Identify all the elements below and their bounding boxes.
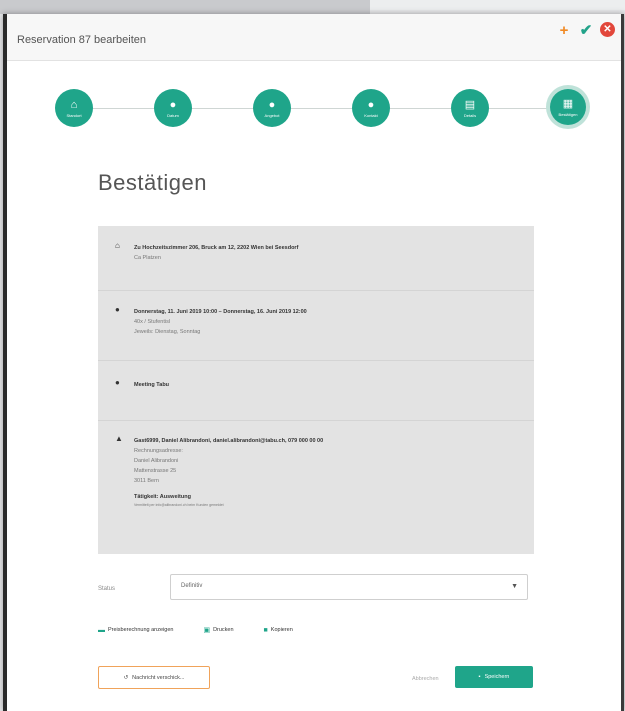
- dialog-title: Reservation 87 bearbeiten: [17, 34, 147, 46]
- offer-name: Meeting Tabu: [134, 382, 170, 388]
- summary-date-text: Donnerstag, 11. Juni 2019 10:00 – Donner…: [134, 307, 307, 337]
- location-address: Zu Hochzeitszimmer 206, Bruck am 12, 220…: [134, 245, 299, 251]
- send-message-label: Nachricht verschick...: [132, 674, 185, 681]
- dialog-titlebar: Reservation 87 bearbeiten + ✔ ✕: [7, 14, 621, 61]
- step-label: Standort: [66, 113, 82, 118]
- date-range: Donnerstag, 11. Juni 2019 10:00 – Donner…: [134, 309, 307, 315]
- link-label: Drucken: [213, 627, 234, 633]
- step-label: Angebot: [264, 113, 280, 118]
- background-window-strip-light: [370, 0, 625, 10]
- step-angebot[interactable]: ● Angebot: [253, 89, 291, 127]
- contact-address-line: Mattenstrasse 25: [134, 468, 177, 474]
- step-label: Bestätigen: [558, 112, 578, 117]
- info-icon: ●: [115, 378, 120, 387]
- summary-location-text: Zu Hochzeitszimmer 206, Bruck am 12, 220…: [134, 243, 298, 263]
- contact-address-line: Daniel Alibrandoni: [134, 458, 179, 464]
- contact-extra-label: Tätigkeit: Ausweitung: [134, 494, 191, 500]
- summary-location: ⌂ Zu Hochzeitszimmer 206, Bruck am 12, 2…: [98, 226, 534, 291]
- confirm-button[interactable]: ✔: [578, 22, 594, 38]
- page-title: Bestätigen: [98, 170, 207, 195]
- copy-icon: ■: [263, 626, 268, 634]
- status-label: Status: [98, 586, 116, 592]
- contact-address-line: Rechnungsadresse:: [134, 448, 183, 454]
- clock-icon: ●: [115, 305, 120, 314]
- money-icon: ▬: [98, 626, 105, 634]
- user-icon: ▲: [115, 434, 123, 443]
- calendar-check-icon: ▦: [562, 98, 574, 110]
- copy-link[interactable]: ■ Kopieren: [264, 626, 293, 634]
- summary-contact-text: Gast6999, Daniel Alibrandoni, daniel.ali…: [134, 436, 323, 508]
- close-button[interactable]: ✕: [600, 22, 615, 37]
- undo-icon: ↺: [123, 674, 129, 681]
- status-value: Definitiv: [181, 583, 203, 589]
- save-button[interactable]: ▪ Speichern: [455, 666, 533, 688]
- action-links: ▬ Preisberechnung anzeigen ▣ Drucken ■ K…: [98, 626, 293, 635]
- date-seating: 40x / Stufentisl: [134, 319, 171, 325]
- check-icon: ✔: [579, 21, 593, 39]
- step-kontakt[interactable]: ● Kontakt: [352, 89, 390, 127]
- save-icon: ▪: [478, 674, 481, 680]
- cancel-button[interactable]: Abbrechen: [412, 676, 439, 682]
- home-icon: ⌂: [70, 99, 78, 111]
- close-icon: ✕: [603, 23, 612, 35]
- save-label: Speichern: [484, 674, 510, 680]
- summary-date: ● Donnerstag, 11. Juni 2019 10:00 – Donn…: [98, 290, 534, 361]
- status-select[interactable]: Definitiv ▼: [170, 574, 528, 600]
- contact-address-line: 3011 Bern: [134, 478, 159, 484]
- info-icon: ●: [268, 99, 276, 111]
- location-room: Ca Platzen: [134, 255, 161, 261]
- link-label: Preisberechnung anzeigen: [108, 627, 174, 633]
- step-standort[interactable]: ⌂ Standort: [55, 89, 93, 127]
- print-icon: ▣: [203, 627, 211, 634]
- step-details[interactable]: ▤ Details: [451, 89, 489, 127]
- price-calculation-link[interactable]: ▬ Preisberechnung anzeigen: [98, 626, 173, 634]
- step-datum[interactable]: ● Datum: [154, 89, 192, 127]
- date-recurrence: Jeweils: Dienstag, Sonntag: [134, 329, 201, 335]
- document-icon: ▤: [464, 99, 476, 111]
- summary-offer-text: Meeting Tabu: [134, 380, 169, 390]
- wizard-stepper: ⌂ Standort ● Datum ● Angebot ● Kontakt ▤…: [47, 81, 592, 141]
- caret-down-icon: ▼: [511, 583, 518, 590]
- titlebar-actions: + ✔ ✕: [556, 22, 615, 38]
- plus-icon: +: [559, 21, 569, 39]
- send-message-button[interactable]: ↺ Nachricht verschick...: [98, 666, 210, 689]
- user-icon: ●: [367, 99, 375, 111]
- add-button[interactable]: +: [556, 22, 572, 38]
- contact-extra-note: Vermittelt per info@alibrandoni.ch beim …: [134, 503, 224, 507]
- background-window-strip: [0, 0, 370, 14]
- clock-icon: ●: [169, 99, 177, 111]
- home-icon: ⌂: [115, 241, 120, 250]
- step-label: Details: [463, 113, 477, 118]
- reservation-summary: ⌂ Zu Hochzeitszimmer 206, Bruck am 12, 2…: [98, 226, 534, 554]
- link-label: Kopieren: [270, 627, 293, 633]
- step-label: Kontakt: [364, 113, 378, 118]
- stepper-line: [77, 108, 562, 109]
- step-label: Datum: [167, 113, 179, 118]
- print-link[interactable]: ▣ Drucken: [203, 626, 233, 634]
- summary-offer: ● Meeting Tabu: [98, 360, 534, 421]
- step-bestaetigen[interactable]: ▦ Bestätigen: [550, 89, 586, 125]
- contact-line: Gast6999, Daniel Alibrandoni, daniel.ali…: [134, 438, 324, 444]
- summary-contact: ▲ Gast6999, Daniel Alibrandoni, daniel.a…: [98, 420, 534, 554]
